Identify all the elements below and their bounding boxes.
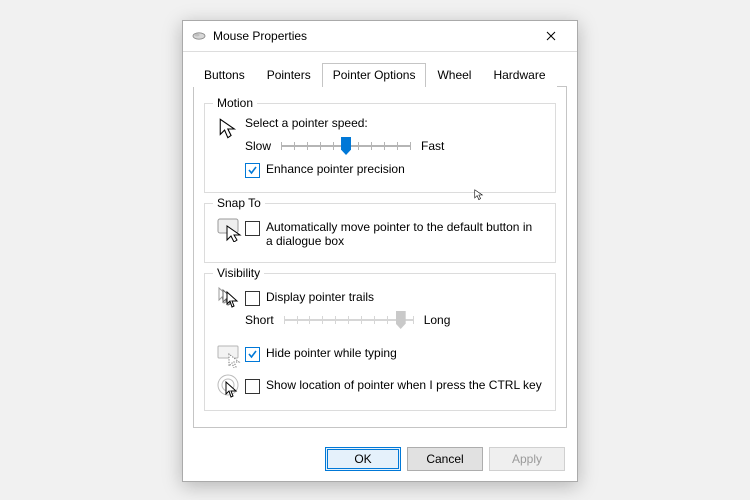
pointer-speed-icon	[215, 116, 245, 142]
pointer-trails-checkbox[interactable]: Display pointer trails	[245, 290, 545, 306]
hide-pointer-typing-label: Hide pointer while typing	[266, 346, 397, 360]
slider-slow-label: Slow	[245, 139, 271, 153]
group-visibility: Visibility Display pointer trails	[204, 273, 556, 411]
group-visibility-legend: Visibility	[213, 266, 264, 280]
group-motion-legend: Motion	[213, 96, 257, 110]
window-title: Mouse Properties	[213, 29, 533, 43]
tab-buttons[interactable]: Buttons	[193, 63, 256, 87]
cancel-button[interactable]: Cancel	[407, 447, 483, 471]
mouse-icon	[191, 28, 207, 44]
pointer-speed-slider[interactable]	[281, 136, 411, 156]
ctrl-locate-icon	[215, 374, 245, 400]
snap-to-default-label: Automatically move pointer to the defaul…	[266, 220, 536, 248]
mouse-properties-window: Mouse Properties Buttons Pointers Pointe…	[182, 20, 578, 482]
pointer-trails-slider	[284, 310, 414, 330]
pointer-trails-thumb	[396, 311, 406, 329]
pointer-speed-label: Select a pointer speed:	[245, 116, 545, 130]
hide-pointer-typing-checkbox[interactable]: Hide pointer while typing	[245, 346, 545, 362]
snap-to-icon	[215, 216, 245, 242]
dialog-footer: OK Cancel Apply	[325, 447, 565, 471]
group-snap-to: Snap To Automatically move pointer to th…	[204, 203, 556, 263]
group-snap-legend: Snap To	[213, 196, 265, 210]
close-button[interactable]	[533, 25, 569, 47]
snap-to-default-checkbox[interactable]: Automatically move pointer to the defaul…	[245, 220, 545, 248]
pointer-speed-thumb[interactable]	[341, 137, 351, 155]
slider-fast-label: Fast	[421, 139, 444, 153]
ok-button[interactable]: OK	[325, 447, 401, 471]
enhance-precision-label: Enhance pointer precision	[266, 162, 405, 176]
hide-pointer-icon	[215, 342, 245, 368]
close-icon	[546, 31, 556, 41]
tab-wheel[interactable]: Wheel	[426, 63, 482, 87]
tab-pointers[interactable]: Pointers	[256, 63, 322, 87]
pointer-trails-icon	[215, 286, 245, 312]
apply-button: Apply	[489, 447, 565, 471]
tab-page-pointer-options: Motion Select a pointer speed: Slow	[193, 86, 567, 428]
enhance-precision-checkbox[interactable]: Enhance pointer precision	[245, 162, 545, 178]
slider-long-label: Long	[424, 313, 451, 327]
group-motion: Motion Select a pointer speed: Slow	[204, 103, 556, 193]
titlebar[interactable]: Mouse Properties	[183, 21, 577, 52]
tabstrip: Buttons Pointers Pointer Options Wheel H…	[193, 62, 567, 86]
pointer-trails-label: Display pointer trails	[266, 290, 374, 304]
ctrl-locate-label: Show location of pointer when I press th…	[266, 378, 542, 392]
tab-hardware[interactable]: Hardware	[482, 63, 556, 87]
ctrl-locate-checkbox[interactable]: Show location of pointer when I press th…	[245, 378, 545, 394]
slider-short-label: Short	[245, 313, 274, 327]
tab-pointer-options[interactable]: Pointer Options	[322, 63, 427, 87]
